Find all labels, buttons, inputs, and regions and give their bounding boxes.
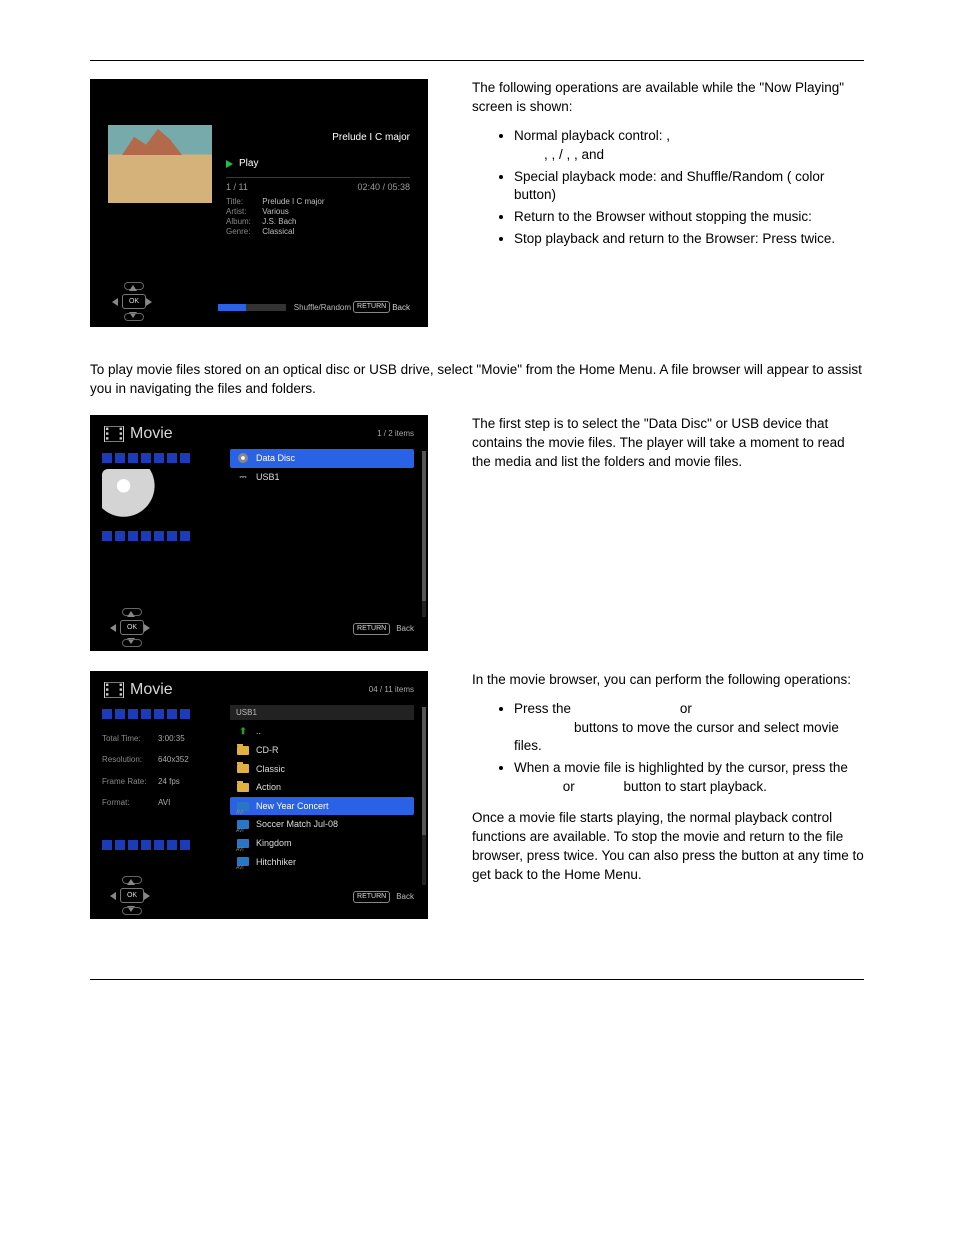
track-time: 02:40 / 05:38	[357, 181, 410, 194]
breadcrumb: USB1	[230, 705, 414, 720]
track-title: Prelude I C major	[226, 131, 410, 145]
item-count: 04 / 11 items	[369, 684, 414, 695]
movie-file-icon	[237, 839, 249, 848]
play-indicator: Play	[226, 157, 410, 171]
list-item[interactable]: Soccer Match Jul-08	[230, 815, 414, 834]
list-item[interactable]: CD-R	[230, 741, 414, 760]
return-badge: RETURN	[353, 623, 390, 635]
device-item[interactable]: Data Disc	[230, 449, 414, 468]
file-info: Total Time:3:00:35 Resolution:640x352 Fr…	[102, 733, 230, 808]
progress-bar	[218, 304, 286, 311]
return-badge: RETURN	[353, 301, 390, 313]
list-item: When a movie file is highlighted by the …	[514, 759, 864, 797]
film-icon	[104, 682, 124, 698]
intro-text: The following operations are available w…	[472, 79, 864, 117]
row-movie-devices: Movie 1 / 2 items Data Disc ⎓USB1 OK RET…	[90, 415, 864, 651]
browser-outro: Once a movie file starts playing, the no…	[472, 809, 864, 885]
bottom-rule	[90, 979, 864, 980]
movie-file-icon	[237, 802, 249, 811]
film-icon	[104, 426, 124, 442]
movie-header: Movie	[104, 679, 173, 701]
row-movie-browser: Movie 04 / 11 items Total Time:3:00:35 R…	[90, 671, 864, 919]
folder-icon	[237, 746, 249, 755]
device-select-text: The first step is to select the "Data Di…	[472, 415, 864, 472]
disc-graphic	[102, 469, 174, 525]
folder-icon	[237, 764, 249, 773]
list-item: Return to the Browser without stopping t…	[514, 208, 864, 227]
list-item[interactable]: Classic	[230, 760, 414, 779]
list-item[interactable]: Hitchhiker	[230, 853, 414, 872]
now-playing-screenshot: Prelude I C major Play 1 / 11 02:40 / 05…	[90, 79, 428, 327]
list-item: Special playback mode: and Shuffle/Rando…	[514, 168, 864, 206]
np-ops-list: Normal playback control: , , , / , , and…	[472, 127, 864, 249]
browser-ops-list: Press the or buttons to move the cursor …	[472, 700, 864, 797]
film-strip-icon	[102, 709, 230, 719]
movie-intro: To play movie files stored on an optical…	[90, 361, 864, 399]
film-strip-icon	[102, 531, 230, 541]
list-item[interactable]: Action	[230, 778, 414, 797]
track-info: Title: Prelude I C major Artist: Various…	[226, 197, 410, 237]
list-item[interactable]: New Year Concert	[230, 797, 414, 816]
row-now-playing: Prelude I C major Play 1 / 11 02:40 / 05…	[90, 79, 864, 327]
film-strip-icon	[102, 840, 230, 850]
play-icon	[226, 160, 233, 168]
return-badge: RETURN	[353, 891, 390, 903]
device-item[interactable]: ⎓USB1	[230, 468, 414, 487]
up-icon: ⬆	[236, 726, 250, 738]
film-strip-icon	[102, 453, 230, 463]
ok-pad: OK	[108, 878, 152, 913]
browser-ops-intro: In the movie browser, you can perform th…	[472, 671, 864, 690]
movie-browser-screenshot: Movie 04 / 11 items Total Time:3:00:35 R…	[90, 671, 428, 919]
movie-header: Movie	[104, 423, 173, 445]
item-count: 1 / 2 items	[377, 428, 414, 439]
folder-icon	[237, 783, 249, 792]
movie-file-icon	[237, 857, 249, 866]
movie-file-icon	[237, 820, 249, 829]
ok-pad: OK	[108, 610, 152, 645]
disc-icon	[238, 453, 248, 463]
track-counter: 1 / 11	[226, 181, 248, 194]
list-item: Press the or buttons to move the cursor …	[514, 700, 864, 757]
album-art	[108, 125, 212, 203]
top-rule	[90, 60, 864, 61]
movie-device-screenshot: Movie 1 / 2 items Data Disc ⎓USB1 OK RET…	[90, 415, 428, 651]
list-item[interactable]: Kingdom	[230, 834, 414, 853]
list-item: Normal playback control: , , , / , , and	[514, 127, 864, 165]
list-item: Stop playback and return to the Browser:…	[514, 230, 864, 249]
play-label: Play	[239, 157, 258, 171]
list-item[interactable]: ⬆..	[230, 722, 414, 741]
usb-icon: ⎓	[236, 471, 250, 483]
